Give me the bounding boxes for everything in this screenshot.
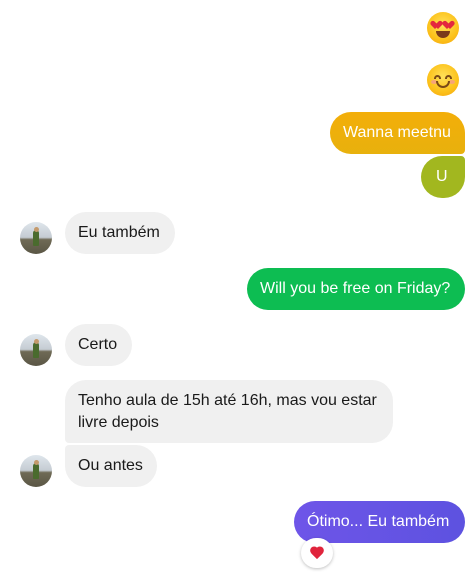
avatar-figure [33,342,39,358]
smile-eye-right [445,75,452,79]
message-text: Eu também [78,224,160,241]
avatar-head [34,460,39,465]
avatar-head [34,339,39,344]
received-message-bubble[interactable]: Eu também [65,212,175,254]
heart-eye-left [433,21,442,29]
received-message-bubble[interactable]: Certo [65,324,132,366]
heart-eyes-emoji-icon[interactable] [427,12,459,44]
message-text: Ótimo... Eu também [307,513,450,530]
red-heart-icon [310,547,324,559]
avatar-head [34,227,39,232]
received-message-bubble[interactable]: Ou antes [65,445,157,487]
avatar-figure [33,463,39,479]
sent-message-bubble[interactable]: U [421,156,465,198]
contact-avatar[interactable] [20,222,52,254]
message-text: Ou antes [78,457,143,474]
received-message-bubble[interactable]: Tenho aula de 15h até 16h, mas vou estar… [65,380,393,443]
message-text: Tenho aula de 15h até 16h, mas vou estar… [78,392,377,431]
message-reaction[interactable] [301,538,333,568]
sent-message-bubble[interactable]: Wanna meetnu [330,112,465,154]
message-text: U [436,168,448,185]
sent-message-bubble[interactable]: Will you be free on Friday? [247,268,465,310]
contact-avatar[interactable] [20,455,52,487]
emoji-mouth [436,31,450,38]
avatar-figure [33,230,39,246]
heart-eye-right [445,21,454,29]
smile-eye-left [434,75,441,79]
message-text: Wanna meetnu [343,124,451,141]
message-text: Certo [78,336,118,353]
contact-avatar[interactable] [20,334,52,366]
message-text: Will you be free on Friday? [260,280,451,297]
emoji-mouth [436,81,450,88]
smiling-blush-emoji-icon[interactable] [427,64,459,96]
sent-message-bubble[interactable]: Ótimo... Eu também [294,501,465,543]
